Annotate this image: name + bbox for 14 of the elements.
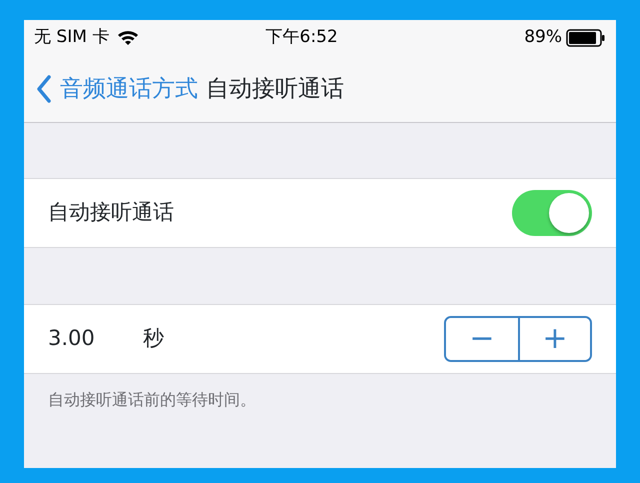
battery-icon bbox=[566, 29, 606, 47]
setting-label: 自动接听通话 bbox=[48, 199, 174, 226]
wifi-icon bbox=[117, 30, 140, 46]
toggle-switch[interactable] bbox=[512, 190, 592, 236]
increment-button[interactable]: + bbox=[518, 318, 590, 360]
back-button[interactable]: 音频通话方式 bbox=[36, 72, 198, 106]
time-text: 下午6:52 bbox=[266, 27, 338, 48]
page-title: 自动接听通话 bbox=[206, 74, 344, 104]
value-text: 3.00 bbox=[48, 325, 95, 352]
battery-percent: 89% bbox=[524, 26, 562, 50]
chevron-icon bbox=[36, 75, 52, 103]
carrier-text: 无 SIM 卡 bbox=[34, 26, 110, 50]
unit-text: 秒 bbox=[142, 325, 164, 352]
footer-text: 自动接听通话前的等待时间。 bbox=[48, 390, 256, 409]
